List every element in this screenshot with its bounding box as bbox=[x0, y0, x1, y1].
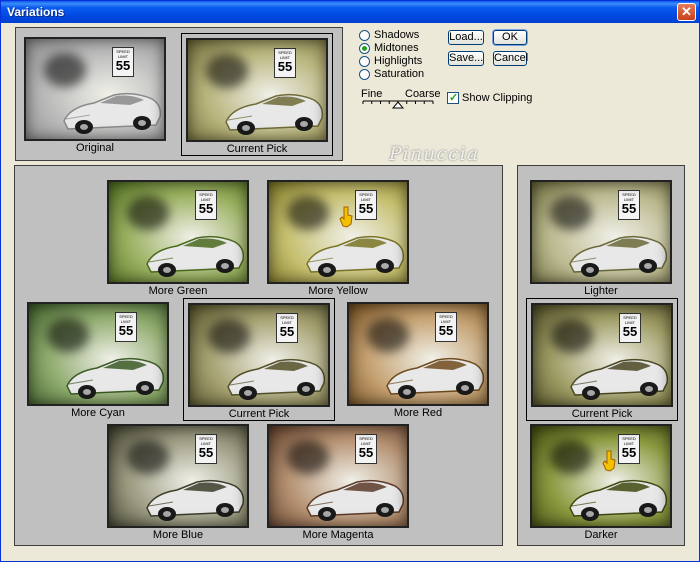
vignette bbox=[269, 182, 407, 282]
radio-midtones[interactable]: Midtones bbox=[359, 42, 424, 55]
variations-dialog: Variations ✕ SPEED LIMIT 55 Original SPEED… bbox=[0, 0, 700, 562]
radio-button[interactable] bbox=[359, 29, 370, 41]
brightness-lighter[interactable]: SPEED LIMIT 55 Lighter bbox=[526, 176, 678, 299]
ok-button[interactable]: OK bbox=[493, 30, 527, 45]
thumbnail-image[interactable]: SPEED LIMIT 55 bbox=[267, 180, 409, 284]
radio-label: Saturation bbox=[374, 68, 425, 80]
radio-button[interactable] bbox=[359, 42, 370, 54]
original-thumbnail[interactable]: SPEED LIMIT 55 Original bbox=[20, 33, 172, 156]
variation-more-blue[interactable]: SPEED LIMIT 55 More Blue bbox=[103, 420, 255, 543]
show-clipping-label: Show Clipping bbox=[462, 92, 533, 104]
vignette bbox=[26, 39, 164, 139]
vignette bbox=[532, 182, 670, 282]
variation-more-green[interactable]: SPEED LIMIT 55 More Green bbox=[103, 176, 255, 299]
slider-thumb[interactable] bbox=[391, 101, 405, 109]
window-title: Variations bbox=[7, 5, 65, 19]
brightness-panel: SPEED LIMIT 55 Lighter SPEED LIMIT 55 Current… bbox=[517, 165, 685, 546]
save-button[interactable]: Save... bbox=[448, 51, 484, 66]
vignette bbox=[190, 305, 328, 405]
thumbnail-caption: More Red bbox=[393, 407, 443, 419]
close-button[interactable]: ✕ bbox=[677, 3, 696, 21]
eyedropper-hand-cursor-icon bbox=[339, 206, 353, 228]
variation-more-magenta[interactable]: SPEED LIMIT 55 More Magenta bbox=[263, 420, 415, 543]
eyedropper-hand-cursor-icon bbox=[602, 450, 616, 472]
thumbnail-image[interactable]: SPEED LIMIT 55 bbox=[531, 303, 673, 407]
thumbnail-caption: Lighter bbox=[584, 285, 618, 297]
load-button[interactable]: Load... bbox=[448, 30, 484, 45]
thumbnail-caption: More Yellow bbox=[308, 285, 368, 297]
brightness-darker[interactable]: SPEED LIMIT 55 Darker bbox=[526, 420, 678, 543]
variation-more-cyan[interactable]: SPEED LIMIT 55 More Cyan bbox=[23, 298, 175, 421]
variation-more-yellow[interactable]: SPEED LIMIT 55 More Yellow bbox=[263, 176, 415, 299]
thumbnail-image[interactable]: SPEED LIMIT 55 bbox=[186, 38, 328, 142]
vignette bbox=[533, 305, 671, 405]
thumbnail-image[interactable]: SPEED LIMIT 55 bbox=[107, 424, 249, 528]
variation-more-red[interactable]: SPEED LIMIT 55 More Red bbox=[343, 298, 495, 421]
thumbnail-caption: More Magenta bbox=[302, 529, 374, 541]
radio-label: Highlights bbox=[374, 55, 423, 67]
vignette bbox=[188, 40, 326, 140]
vignette bbox=[269, 426, 407, 526]
color-variations-panel: SPEED LIMIT 55 More Green SPEED LIMIT 55 More… bbox=[14, 165, 503, 546]
thumbnail-caption: Current Pick bbox=[228, 408, 290, 420]
radio-label: Midtones bbox=[374, 42, 419, 54]
title-bar[interactable]: Variations ✕ bbox=[1, 1, 699, 23]
preview-panel: SPEED LIMIT 55 Original SPEED LIMIT 55 Curre… bbox=[15, 27, 343, 161]
thumbnail-image[interactable]: SPEED LIMIT 55 bbox=[530, 180, 672, 284]
thumbnail-image[interactable]: SPEED LIMIT 55 bbox=[188, 303, 330, 407]
tone-range-group: Shadows Midtones Highlights Saturation bbox=[359, 29, 424, 81]
brightness-current-pick[interactable]: SPEED LIMIT 55 Current Pick bbox=[526, 298, 678, 421]
thumbnail-image[interactable]: SPEED LIMIT 55 bbox=[530, 424, 672, 528]
vignette bbox=[109, 182, 247, 282]
radio-label: Shadows bbox=[374, 29, 420, 41]
vignette bbox=[29, 304, 167, 404]
thumbnail-image[interactable]: SPEED LIMIT 55 bbox=[267, 424, 409, 528]
radio-highlights[interactable]: Highlights bbox=[359, 55, 424, 68]
thumbnail-caption: Original bbox=[76, 142, 114, 154]
radio-button[interactable] bbox=[359, 68, 370, 80]
thumbnail-caption: Darker bbox=[584, 529, 618, 541]
watermark: Pinuccia bbox=[389, 143, 480, 165]
thumbnail-caption: More Blue bbox=[152, 529, 204, 541]
radio-saturation[interactable]: Saturation bbox=[359, 68, 424, 81]
cancel-button[interactable]: Cancel bbox=[493, 51, 528, 66]
vignette bbox=[532, 426, 670, 526]
thumbnail-image[interactable]: SPEED LIMIT 55 bbox=[24, 37, 166, 141]
thumbnail-caption: More Green bbox=[148, 285, 208, 297]
thumbnail-caption: Current Pick bbox=[226, 143, 288, 155]
thumbnail-image[interactable]: SPEED LIMIT 55 bbox=[107, 180, 249, 284]
checkbox-box[interactable] bbox=[447, 91, 459, 105]
thumbnail-image[interactable]: SPEED LIMIT 55 bbox=[27, 302, 169, 406]
thumbnail-image[interactable]: SPEED LIMIT 55 bbox=[347, 302, 489, 406]
thumbnail-caption: More Cyan bbox=[71, 407, 125, 419]
vignette bbox=[349, 304, 487, 404]
thumbnail-caption: Current Pick bbox=[571, 408, 633, 420]
vignette bbox=[109, 426, 247, 526]
fine-coarse-slider[interactable] bbox=[361, 99, 435, 109]
current-pick-thumbnail[interactable]: SPEED LIMIT 55 Current Pick bbox=[181, 33, 333, 156]
variation-current-pick[interactable]: SPEED LIMIT 55 Current Pick bbox=[183, 298, 335, 421]
radio-button[interactable] bbox=[359, 55, 370, 67]
show-clipping-checkbox[interactable]: Show Clipping bbox=[447, 91, 533, 105]
radio-shadows[interactable]: Shadows bbox=[359, 29, 424, 42]
